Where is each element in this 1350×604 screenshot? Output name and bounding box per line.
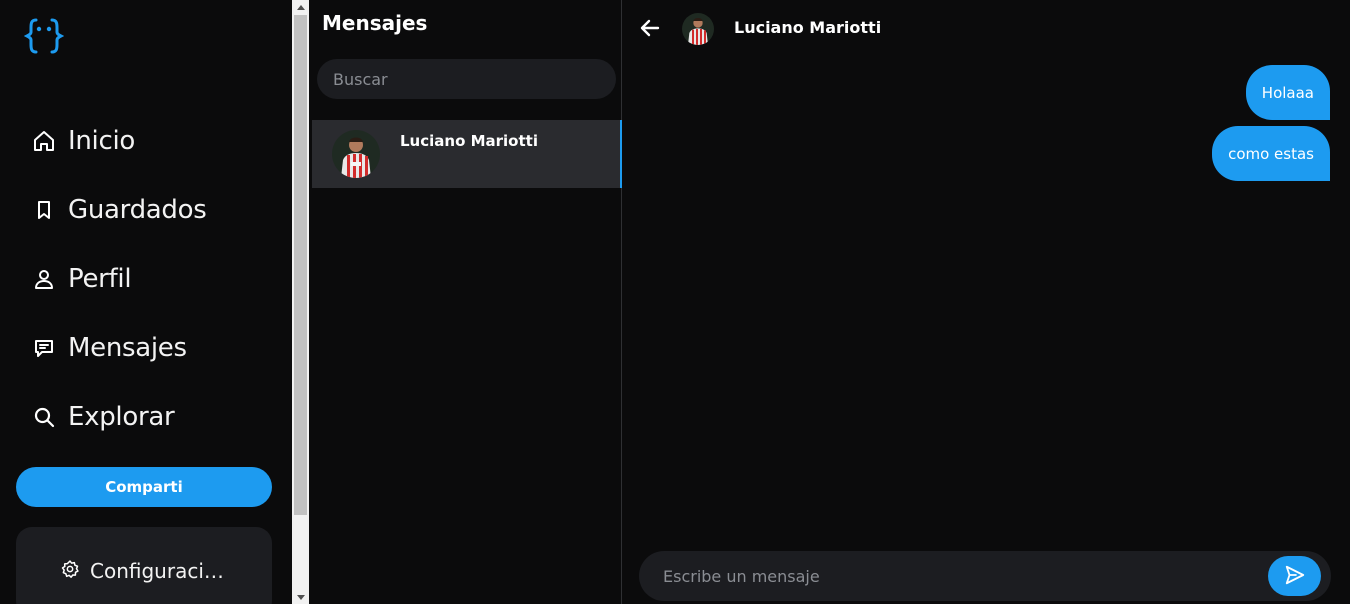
chat-contact-name: Luciano Mariotti (734, 18, 882, 37)
message-bubble: como estas (1212, 126, 1330, 181)
panel-title: Mensajes (322, 11, 428, 35)
nav-label: Perfil (68, 263, 132, 294)
message-bubble: Holaaa (1245, 65, 1330, 120)
config-card: Configuraci… (16, 527, 272, 604)
message-composer (639, 551, 1331, 601)
conversation-name: Luciano Mariotti (400, 132, 538, 150)
back-arrow-icon[interactable] (639, 17, 661, 39)
message-input[interactable] (639, 551, 1259, 601)
nav-label: Guardados (68, 194, 207, 225)
scrollbar-thumb[interactable] (294, 15, 307, 515)
settings-button[interactable]: Configuraci… (60, 559, 224, 583)
user-icon (32, 267, 56, 291)
nav-item-inicio[interactable]: Inicio (32, 106, 207, 175)
sidebar: Inicio Guardados Perfil Mensajes Explora… (0, 0, 292, 604)
nav-item-guardados[interactable]: Guardados (32, 175, 207, 244)
settings-label: Configuraci… (90, 559, 224, 583)
nav-item-mensajes[interactable]: Mensajes (32, 313, 207, 382)
scroll-up-arrow-icon[interactable] (292, 0, 309, 14)
chat-header: Luciano Mariotti (623, 0, 1350, 56)
search-icon (32, 405, 56, 429)
send-button[interactable] (1268, 556, 1321, 596)
nav-label: Inicio (68, 125, 135, 156)
nav-label: Mensajes (68, 332, 187, 363)
scroll-down-arrow-icon[interactable] (292, 590, 309, 604)
conversations-panel: Mensajes Luciano Mariotti (309, 0, 622, 604)
chat-panel: Luciano Mariotti Holaaa como estas (623, 0, 1350, 604)
message-icon (32, 336, 56, 360)
gear-icon (60, 559, 80, 583)
logo-icon[interactable] (23, 16, 65, 56)
search-input[interactable] (317, 59, 616, 99)
main-nav: Inicio Guardados Perfil Mensajes Explora… (32, 106, 207, 451)
send-icon (1284, 564, 1306, 589)
bookmark-icon (32, 198, 56, 222)
avatar[interactable] (682, 13, 714, 45)
nav-item-explorar[interactable]: Explorar (32, 382, 207, 451)
nav-item-perfil[interactable]: Perfil (32, 244, 207, 313)
home-icon (32, 129, 56, 153)
sidebar-scrollbar[interactable] (292, 0, 309, 604)
nav-label: Explorar (68, 401, 175, 432)
conversation-item[interactable]: Luciano Mariotti (312, 120, 622, 188)
avatar (332, 130, 380, 178)
share-button[interactable]: Comparti (16, 467, 272, 507)
